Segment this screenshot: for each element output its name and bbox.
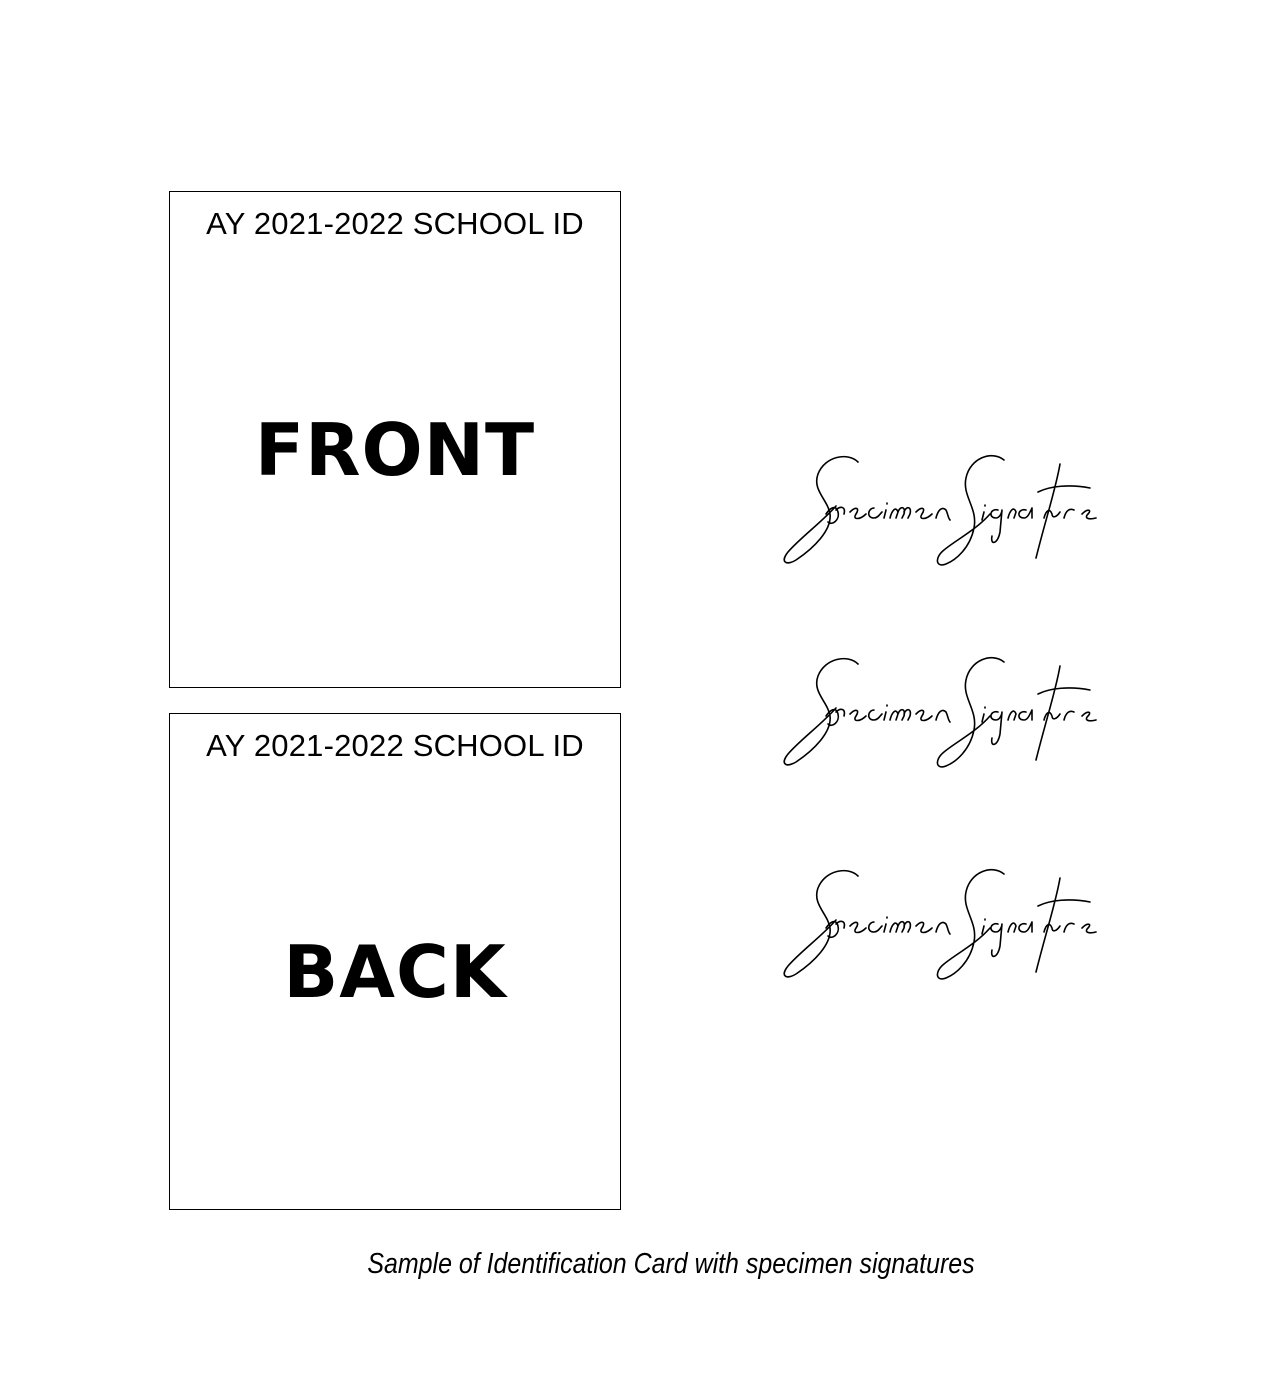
- signature-drawing: [783, 656, 1097, 768]
- specimen-signature: [770, 448, 1140, 573]
- id-card-back: AY 2021-2022 SCHOOL ID BACK: [169, 713, 621, 1210]
- specimen-signature: [770, 862, 1140, 987]
- card-side-label: FRONT: [254, 408, 536, 492]
- signature-drawing: [783, 868, 1097, 980]
- id-card-front: AY 2021-2022 SCHOOL ID FRONT: [169, 191, 621, 688]
- figure-caption: Sample of Identification Card with speci…: [367, 1248, 975, 1280]
- specimen-signature: [770, 650, 1140, 775]
- card-header: AY 2021-2022 SCHOOL ID: [206, 206, 584, 241]
- signature-drawing: [783, 454, 1097, 566]
- card-header: AY 2021-2022 SCHOOL ID: [206, 728, 584, 763]
- card-side-label: BACK: [283, 930, 507, 1014]
